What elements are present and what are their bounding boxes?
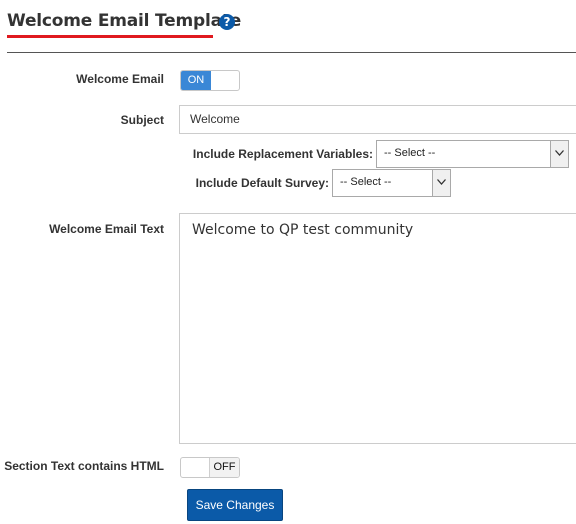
- header-divider: [7, 52, 576, 53]
- subject-input[interactable]: Welcome: [179, 105, 576, 134]
- replacement-variables-selected: -- Select --: [384, 147, 436, 159]
- chevron-down-icon: [550, 141, 568, 167]
- replacement-variables-select[interactable]: -- Select --: [376, 140, 569, 168]
- question-circle-icon[interactable]: ?: [219, 14, 235, 30]
- default-survey-select[interactable]: -- Select --: [332, 169, 451, 197]
- subject-input-value: Welcome: [190, 112, 240, 126]
- welcome-email-textarea[interactable]: Welcome to QP test community: [179, 213, 576, 444]
- title-underline: [7, 35, 213, 38]
- section-text-html-label: Section Text contains HTML: [4, 459, 164, 473]
- toggle-off-label: OFF: [209, 458, 239, 477]
- default-survey-label: Include Default Survey:: [195, 176, 329, 190]
- replacement-variables-label: Include Replacement Variables:: [192, 147, 373, 161]
- welcome-email-toggle[interactable]: ON: [180, 70, 240, 91]
- subject-label: Subject: [120, 113, 164, 127]
- save-changes-button[interactable]: Save Changes: [187, 489, 283, 521]
- page-title: Welcome Email Template: [7, 11, 242, 31]
- default-survey-selected: -- Select --: [340, 176, 392, 188]
- welcome-email-label: Welcome Email: [76, 72, 164, 86]
- toggle-on-label: ON: [181, 71, 211, 90]
- chevron-down-icon: [432, 170, 450, 196]
- welcome-email-text-label: Welcome Email Text: [49, 222, 164, 236]
- welcome-email-text-value: Welcome to QP test community: [192, 222, 414, 238]
- section-text-html-toggle[interactable]: OFF: [180, 457, 240, 478]
